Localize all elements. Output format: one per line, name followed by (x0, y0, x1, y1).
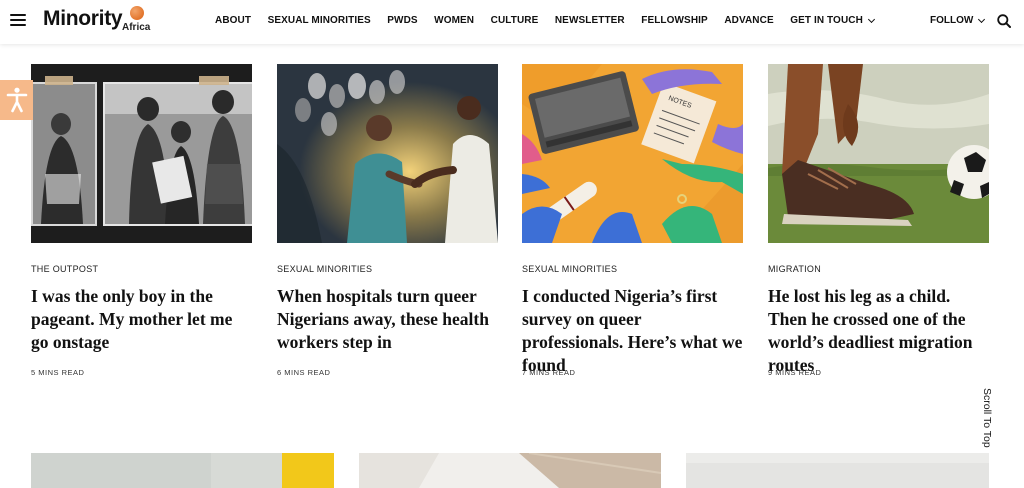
article-category[interactable]: SEXUAL MINORITIES (277, 264, 372, 274)
follow-dropdown[interactable]: FOLLOW (930, 15, 986, 26)
nav-culture[interactable]: CULTURE (491, 15, 539, 26)
article-category[interactable]: THE OUTPOST (31, 264, 98, 274)
chevron-down-icon (978, 15, 986, 23)
nav-women[interactable]: WOMEN (434, 15, 474, 26)
article-card: THE OUTPOST I was the only boy in the pa… (31, 64, 252, 377)
search-icon[interactable] (997, 14, 1011, 28)
article-thumbnail[interactable] (359, 453, 661, 488)
article-card: SEXUAL MINORITIES When hospitals turn qu… (277, 64, 498, 377)
article-read-time: 9 MINS READ (768, 368, 822, 377)
article-category[interactable]: MIGRATION (768, 264, 821, 274)
scroll-to-top-label: Scroll To Top (981, 388, 993, 448)
article-title[interactable]: I was the only boy in the pageant. My mo… (31, 285, 252, 354)
article-read-time: 7 MINS READ (522, 368, 576, 377)
site-header: Minority Africa ABOUT SEXUAL MINORITIES … (0, 0, 1024, 44)
nav-newsletter[interactable]: NEWSLETTER (555, 15, 625, 26)
nav-get-in-touch-label: GET IN TOUCH (790, 15, 863, 26)
article-category[interactable]: SEXUAL MINORITIES (522, 264, 617, 274)
article-card: MIGRATION He lost his leg as a child. Th… (768, 64, 989, 377)
logo-subtext: Africa (122, 22, 151, 33)
scroll-to-top-button[interactable]: Scroll To Top (980, 388, 994, 458)
nav-sexual-minorities[interactable]: SEXUAL MINORITIES (268, 15, 371, 26)
hamburger-menu-icon[interactable] (10, 14, 26, 26)
article-card: NOTES SEXUAL MINORITIES I conducted Nige… (522, 64, 743, 377)
article-title[interactable]: I conducted Nigeria’s first survey on qu… (522, 285, 743, 377)
article-thumbnail[interactable] (768, 64, 989, 243)
article-title[interactable]: When hospitals turn queer Nigerians away… (277, 285, 498, 354)
article-thumbnail[interactable] (31, 453, 334, 488)
article-thumbnail[interactable] (686, 453, 989, 488)
follow-label: FOLLOW (930, 15, 974, 26)
article-read-time: 5 MINS READ (31, 368, 85, 377)
accessibility-button[interactable] (0, 80, 33, 120)
logo-wordmark: Minority (43, 7, 123, 30)
chevron-down-icon (867, 15, 875, 23)
nav-pwds[interactable]: PWDS (387, 15, 417, 26)
article-thumbnail[interactable] (277, 64, 498, 243)
article-thumbnail[interactable] (31, 64, 252, 243)
nav-get-in-touch[interactable]: GET IN TOUCH (790, 15, 875, 26)
logo-sun-icon (130, 6, 144, 20)
nav-about[interactable]: ABOUT (215, 15, 251, 26)
accessibility-icon (6, 87, 27, 113)
article-read-time: 6 MINS READ (277, 368, 331, 377)
article-title[interactable]: He lost his leg as a child. Then he cros… (768, 285, 989, 377)
nav-advance[interactable]: ADVANCE (724, 15, 773, 26)
main-nav: ABOUT SEXUAL MINORITIES PWDS WOMEN CULTU… (215, 15, 890, 26)
nav-fellowship[interactable]: FELLOWSHIP (641, 15, 708, 26)
article-thumbnail[interactable]: NOTES (522, 64, 743, 243)
